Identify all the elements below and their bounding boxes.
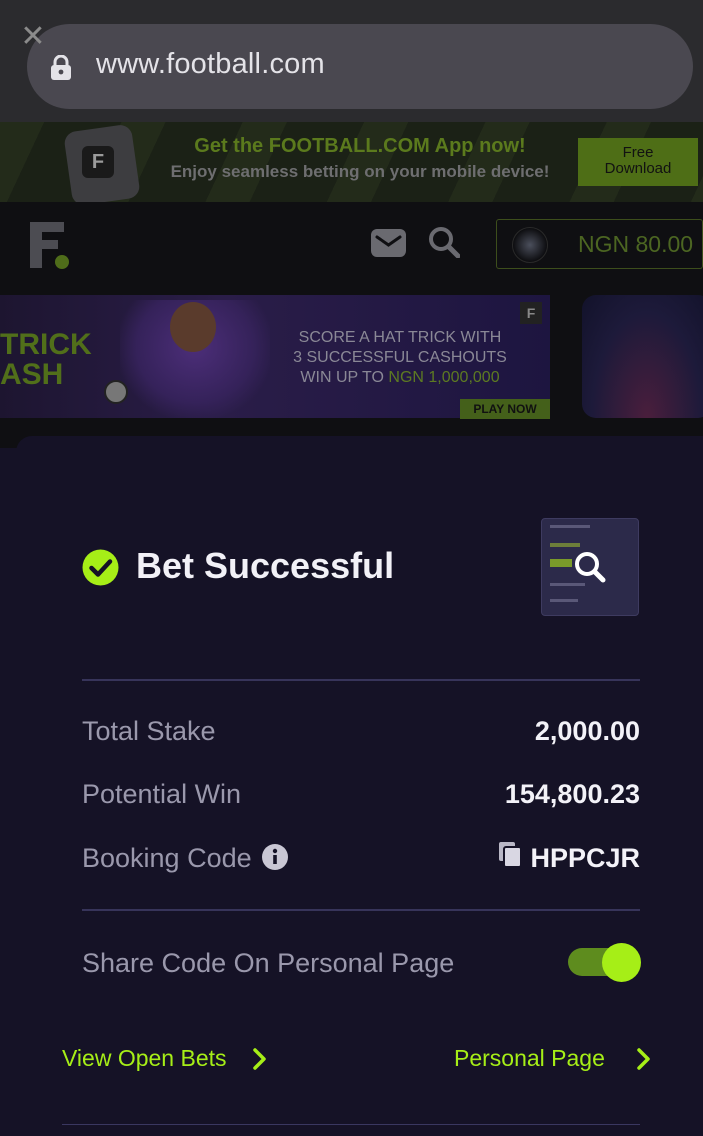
bet-success-title: Bet Successful xyxy=(136,545,395,586)
banner-copy: SCORE A HAT TRICK WITH 3 SUCCESSFUL CASH… xyxy=(270,328,530,388)
download-button-line1: Free xyxy=(622,144,654,161)
divider xyxy=(82,909,640,911)
chevron-right-icon[interactable] xyxy=(252,1048,268,1070)
preview-line xyxy=(550,559,572,567)
mail-icon[interactable] xyxy=(371,229,406,257)
balance-text: NGN 80.00 xyxy=(578,231,694,257)
preview-line xyxy=(550,525,590,528)
banner-title: TRICK ASH xyxy=(0,330,92,390)
booking-code-label: Booking Code xyxy=(82,843,252,873)
banner-copy-line3: WIN UP TO NGN 1,000,000 xyxy=(270,368,530,388)
copy-icon[interactable] xyxy=(499,842,523,868)
total-stake-label: Total Stake xyxy=(82,716,216,746)
magnify-icon[interactable] xyxy=(574,551,606,583)
banner-hero-head xyxy=(170,302,216,352)
banner-logo-badge: F xyxy=(520,302,542,324)
preview-line xyxy=(550,543,580,547)
football-icon xyxy=(104,380,128,404)
download-button-line2: Download xyxy=(604,160,672,177)
preview-line xyxy=(550,599,578,602)
search-icon[interactable] xyxy=(428,226,460,258)
preview-line xyxy=(550,583,585,586)
divider xyxy=(62,1124,640,1125)
divider xyxy=(82,679,640,681)
potential-win-label: Potential Win xyxy=(82,779,242,809)
promo-banner-next[interactable] xyxy=(582,295,703,418)
view-open-bets-link[interactable]: View Open Bets xyxy=(62,1045,227,1072)
banner-copy-amount: NGN 1,000,000 xyxy=(388,369,500,386)
avatar[interactable] xyxy=(512,227,548,263)
potential-win-value: 154,800.23 xyxy=(504,779,640,809)
football-logo[interactable] xyxy=(30,222,72,270)
toggle-knob[interactable] xyxy=(602,943,641,982)
play-now-button[interactable]: PLAY NOW xyxy=(460,399,550,419)
chevron-right-icon[interactable] xyxy=(636,1048,652,1070)
info-icon[interactable] xyxy=(262,844,288,870)
share-code-label: Share Code On Personal Page xyxy=(82,948,455,978)
banner-copy-line1: SCORE A HAT TRICK WITH xyxy=(298,329,502,346)
total-stake-value: 2,000.00 xyxy=(534,716,640,746)
banner-copy-line2: 3 SUCCESSFUL CASHOUTS xyxy=(293,349,507,366)
close-icon[interactable]: ✕ xyxy=(20,22,46,52)
booking-code-value[interactable]: HPPCJR xyxy=(530,843,640,874)
personal-page-link[interactable]: Personal Page xyxy=(454,1045,605,1072)
banner-copy-prefix: WIN UP TO xyxy=(300,369,389,386)
banner-title-line2: ASH xyxy=(0,358,64,391)
lock-icon xyxy=(51,55,71,80)
free-download-button[interactable]: Free Download xyxy=(578,138,698,186)
check-circle-icon xyxy=(82,549,119,586)
banner-title-line1: TRICK xyxy=(0,328,92,361)
url-text[interactable]: www.football.com xyxy=(96,48,325,81)
